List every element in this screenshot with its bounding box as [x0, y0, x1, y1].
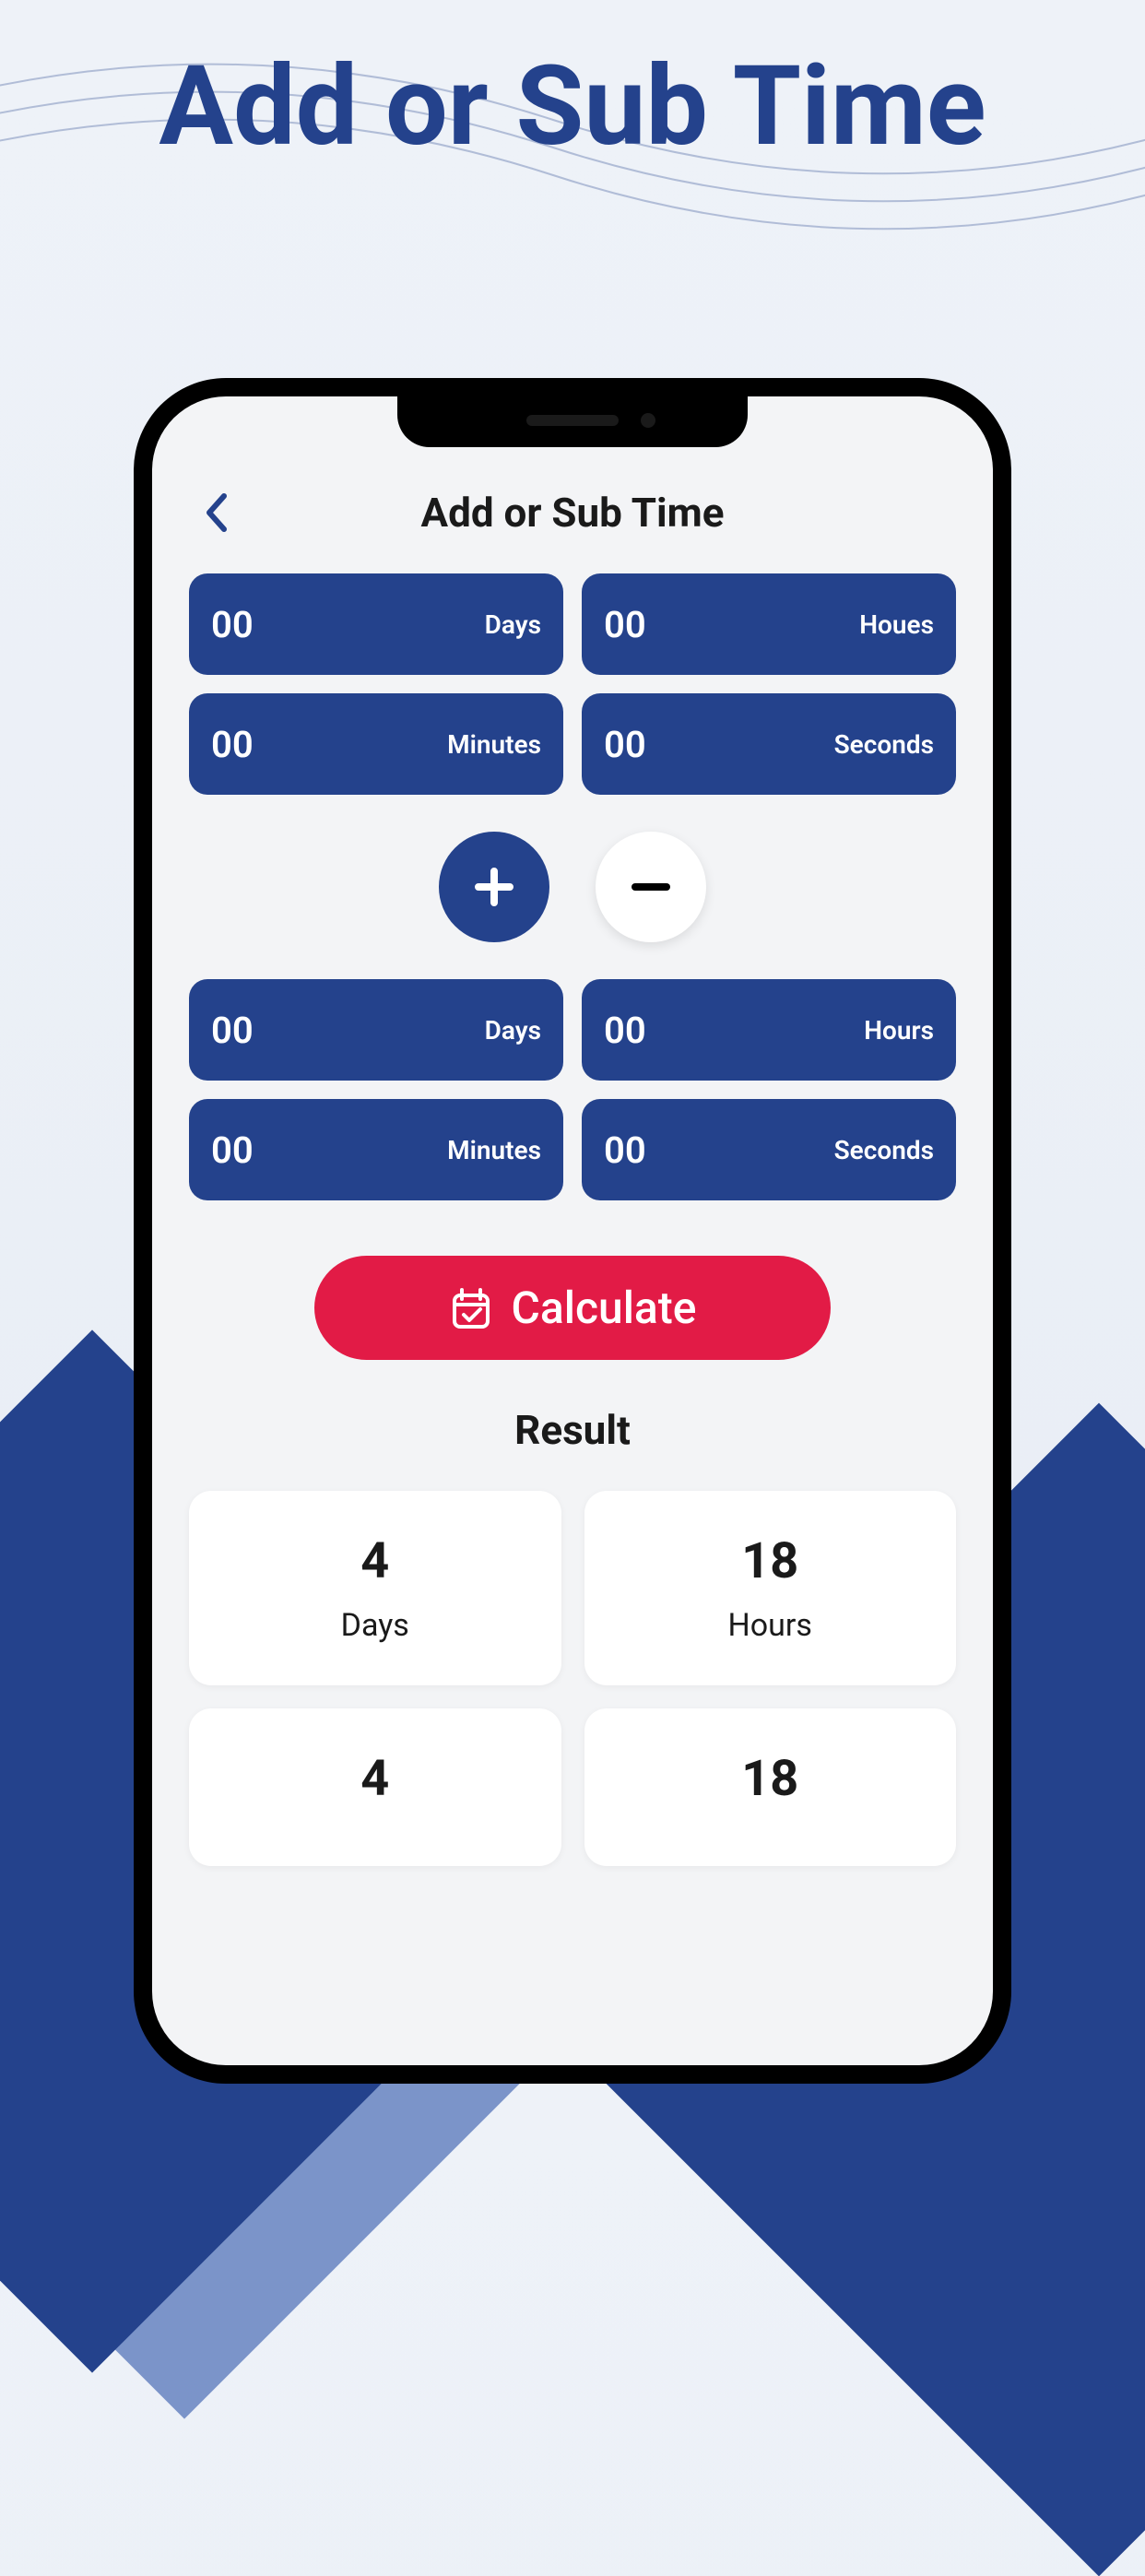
- seconds-label-2: Seconds: [834, 1135, 934, 1165]
- days-input-2[interactable]: 00 Days: [189, 979, 563, 1081]
- seconds-value-1: 00: [604, 723, 646, 766]
- hours-input-1[interactable]: 00 Houes: [582, 573, 956, 675]
- seconds-input-2[interactable]: 00 Seconds: [582, 1099, 956, 1200]
- hours-value-2: 00: [604, 1009, 646, 1052]
- minutes-input-2[interactable]: 00 Minutes: [189, 1099, 563, 1200]
- phone-frame: Add or Sub Time 00 Days 00 Houes 00 Minu…: [134, 378, 1011, 2084]
- page-title: Add or Sub Time: [189, 489, 956, 537]
- hours-input-2[interactable]: 00 Hours: [582, 979, 956, 1081]
- calculate-label: Calculate: [512, 1282, 697, 1334]
- result-hours-label: Hours: [603, 1607, 938, 1644]
- result-days-label: Days: [207, 1607, 543, 1644]
- subtract-button[interactable]: [596, 832, 706, 942]
- result-minutes-value: 4: [207, 1750, 543, 1808]
- result-days-card: 4 Days: [189, 1491, 561, 1685]
- chevron-left-icon: [204, 492, 230, 533]
- input-group-2: 00 Days 00 Hours 00 Minutes 00 Seconds: [189, 979, 956, 1200]
- hours-label-1: Houes: [859, 609, 934, 640]
- seconds-input-1[interactable]: 00 Seconds: [582, 693, 956, 795]
- minutes-input-1[interactable]: 00 Minutes: [189, 693, 563, 795]
- minutes-value-1: 00: [211, 723, 254, 766]
- result-days-value: 4: [207, 1532, 543, 1590]
- operation-selector: [189, 832, 956, 942]
- minus-icon: [628, 864, 674, 910]
- marketing-title: Add or Sub Time: [0, 46, 1145, 168]
- days-input-1[interactable]: 00 Days: [189, 573, 563, 675]
- days-label-1: Days: [485, 609, 541, 640]
- result-seconds-card: 18: [584, 1708, 957, 1866]
- result-seconds-value: 18: [603, 1750, 938, 1808]
- result-hours-value: 18: [603, 1532, 938, 1590]
- phone-notch: [397, 396, 748, 447]
- minutes-label-2: Minutes: [447, 1135, 541, 1165]
- add-button[interactable]: [439, 832, 549, 942]
- plus-icon: [471, 864, 517, 910]
- minutes-label-1: Minutes: [447, 729, 541, 760]
- days-label-2: Days: [485, 1015, 541, 1046]
- result-title: Result: [189, 1406, 956, 1454]
- calculate-button[interactable]: Calculate: [314, 1256, 831, 1360]
- days-value-2: 00: [211, 1009, 254, 1052]
- minutes-value-2: 00: [211, 1128, 254, 1172]
- hours-label-2: Hours: [864, 1015, 934, 1046]
- back-button[interactable]: [198, 494, 235, 531]
- app-header: Add or Sub Time: [189, 470, 956, 573]
- result-minutes-card: 4: [189, 1708, 561, 1866]
- phone-screen: Add or Sub Time 00 Days 00 Houes 00 Minu…: [152, 396, 993, 2065]
- seconds-value-2: 00: [604, 1128, 646, 1172]
- days-value-1: 00: [211, 603, 254, 646]
- calendar-check-icon: [449, 1286, 493, 1330]
- seconds-label-1: Seconds: [834, 729, 934, 760]
- input-group-1: 00 Days 00 Houes 00 Minutes 00 Seconds: [189, 573, 956, 795]
- result-hours-card: 18 Hours: [584, 1491, 957, 1685]
- result-grid: 4 Days 18 Hours 4 18: [189, 1491, 956, 1866]
- hours-value-1: 00: [604, 603, 646, 646]
